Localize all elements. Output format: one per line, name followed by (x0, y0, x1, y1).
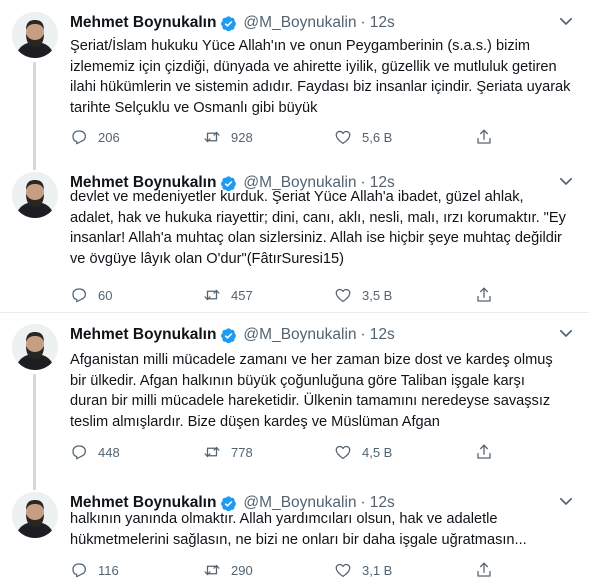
retweet-button[interactable]: 457 (203, 286, 253, 304)
tweet-text-line: halkının yanında olmaktır. Allah yardımc… (70, 511, 498, 527)
reply-button[interactable]: 116 (70, 561, 119, 579)
like-button[interactable]: 3,5 B (334, 286, 392, 304)
share-icon (477, 287, 491, 302)
avatar-photo (12, 172, 58, 218)
reply-button[interactable]: 206 (70, 128, 120, 146)
tweet-text: Şeriat/İslam hukuku Yüce Allah'ın ve onu… (70, 36, 582, 118)
share-button[interactable] (475, 286, 503, 304)
tweet-text-line: devlet ve medeniyetler kurduk. Şeriat Yü… (70, 189, 524, 205)
tweet-header: Mehmet Boynukalın @M_Boynukalin · 12s (70, 13, 589, 33)
reply-count: 206 (98, 129, 120, 145)
share-button[interactable] (475, 443, 503, 461)
like-count: 5,6 B (362, 129, 393, 145)
like-button[interactable]: 4,5 B (334, 443, 392, 461)
reply-icon (72, 445, 87, 460)
tweet-text-line: izlememiz için çizdiği, dünyada ve ahire… (70, 58, 557, 75)
tweet-actions: 60 457 3,5 B (70, 286, 500, 306)
reply-icon (72, 130, 87, 145)
reply-count: 448 (98, 444, 120, 460)
chevron-down-icon[interactable] (557, 324, 575, 342)
author-name[interactable]: Mehmet Boynukalın (70, 14, 216, 32)
tweet-text-line: bir ülkedir. Afgan halkının büyük çoğunl… (70, 372, 525, 389)
tweet-text: Afganistan milli mücadele zamanı ve her … (70, 350, 582, 432)
like-count: 3,5 B (362, 287, 393, 303)
share-icon (477, 562, 491, 577)
retweet-count: 457 (231, 287, 253, 303)
tweet[interactable]: Mehmet Boynukalın @M_Boynukalin · 12s ha… (0, 480, 589, 586)
share-icon (477, 129, 491, 144)
retweet-count: 290 (231, 562, 253, 578)
avatar[interactable] (12, 172, 58, 218)
reply-button[interactable]: 60 (70, 286, 112, 304)
thread-connector (33, 480, 36, 490)
retweet-button[interactable]: 778 (203, 443, 253, 461)
heart-icon (335, 130, 351, 145)
heart-icon (335, 563, 351, 578)
heart-icon (335, 445, 351, 460)
reply-count: 60 (98, 287, 113, 303)
tweet-text-line: hükmetmelerini sağlasın, ne bizi ne onla… (70, 531, 527, 548)
tweet-text: devlet ve medeniyetler kurduk. Şeriat Yü… (70, 187, 582, 269)
tweet-actions: 206 928 5,6 B (70, 128, 500, 148)
tweet-text-line: Şeriat/İslam hukuku Yüce Allah'ın ve onu… (70, 38, 531, 54)
tweet-actions: 448 778 4,5 B (70, 443, 500, 463)
tweet[interactable]: Mehmet Boynukalın @M_Boynukalin · 12s Şe… (0, 0, 589, 160)
retweet-count: 928 (231, 129, 253, 145)
tweet-text: halkının yanında olmaktır. Allah yardımc… (70, 509, 582, 550)
tweet-feed: Mehmet Boynukalın @M_Boynukalin · 12s Şe… (0, 0, 589, 586)
avatar[interactable] (12, 492, 58, 538)
tweet-text-line: ilahi hükümlerin ve sistemin adıdır. Fay… (70, 79, 571, 95)
retweet-icon (204, 289, 220, 301)
timestamp[interactable]: 12s (370, 326, 395, 344)
like-count: 3,1 B (362, 562, 393, 578)
reply-count: 116 (98, 562, 119, 578)
verified-badge-icon (221, 15, 237, 31)
reply-icon (72, 288, 87, 303)
like-button[interactable]: 5,6 B (334, 128, 392, 146)
tweet-header: Mehmet Boynukalın @M_Boynukalin · 12s (70, 325, 589, 345)
author-name[interactable]: Mehmet Boynukalın (70, 326, 216, 344)
avatar-photo (12, 492, 58, 538)
tweet[interactable]: Mehmet Boynukalın @M_Boynukalin · 12s de… (0, 160, 589, 313)
avatar[interactable] (12, 324, 58, 370)
separator-dot: · (360, 14, 366, 31)
retweet-button[interactable]: 928 (203, 128, 253, 146)
timestamp[interactable]: 12s (370, 14, 395, 32)
like-count: 4,5 B (362, 444, 393, 460)
share-button[interactable] (475, 561, 503, 579)
share-button[interactable] (475, 128, 503, 146)
author-handle[interactable]: @M_Boynukalin (243, 326, 356, 344)
author-handle[interactable]: @M_Boynukalin (243, 14, 356, 32)
avatar[interactable] (12, 12, 58, 58)
tweet-actions: 116 290 3,1 B (70, 561, 500, 581)
like-button[interactable]: 3,1 B (334, 561, 392, 579)
tweet-text-line: teslim almışlardır. Bize düşen kardeş ve… (70, 413, 440, 430)
tweet-text-line: insanlar! Allah'a muhtaç olan sizlersini… (70, 230, 562, 246)
avatar-photo (12, 12, 58, 58)
chevron-down-icon[interactable] (557, 492, 575, 510)
tweet-text-line: tarihte Selçuklu ve Osmanlı gibi büyük (70, 99, 318, 116)
retweet-icon (204, 446, 220, 458)
retweet-icon (204, 131, 220, 143)
verified-badge-icon (221, 327, 237, 343)
retweet-count: 778 (231, 444, 253, 460)
tweet[interactable]: Mehmet Boynukalın @M_Boynukalin · 12s Af… (0, 312, 589, 480)
chevron-down-icon[interactable] (557, 12, 575, 30)
thread-connector (33, 374, 36, 480)
reply-icon (72, 563, 87, 578)
retweet-button[interactable]: 290 (203, 561, 253, 579)
retweet-icon (204, 564, 220, 576)
heart-icon (335, 288, 351, 303)
share-icon (477, 444, 491, 459)
reply-button[interactable]: 448 (70, 443, 120, 461)
tweet-text-line: adalet, hak ve hukuka riayettir; dini, c… (70, 209, 566, 226)
tweet-text-line: ve övgüye lâyık olan O'dur"(FâtırSuresi1… (70, 250, 345, 267)
tweet-text-line: Afganistan milli mücadele zamanı ve her … (70, 352, 553, 368)
avatar-photo (12, 324, 58, 370)
thread-connector (33, 62, 36, 160)
separator-dot: · (360, 326, 366, 343)
thread-connector (33, 160, 36, 170)
tweet-text-line: duran bir milli mücadele hareketidir. Ül… (70, 393, 551, 409)
